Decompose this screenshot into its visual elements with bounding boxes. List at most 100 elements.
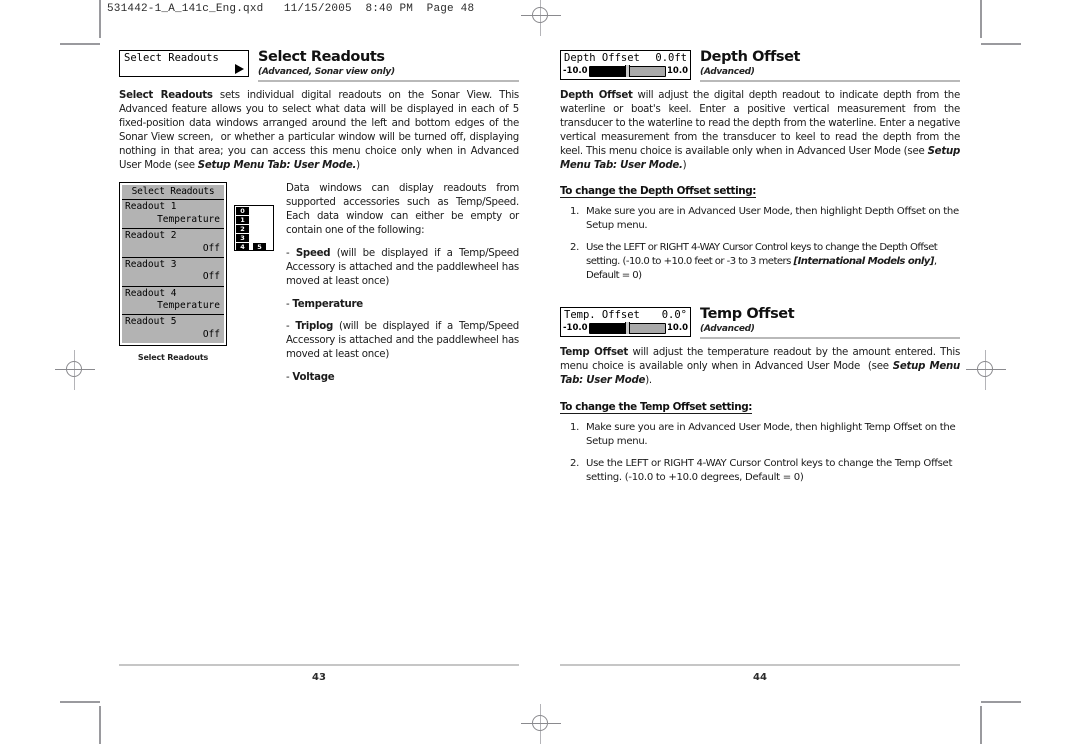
data-window-position-diagram: 0 1 2 3 4 5 [234,205,274,252]
crop-mark-bottom-right-vertical [980,706,982,744]
lcd-menu-row[interactable]: Readout 1 Temperature [122,200,224,230]
lcd-menu-title: Select Readouts [122,185,224,201]
temp-offset-procedure-heading: To change the Temp Offset setting: [560,400,753,414]
lcd-chip-arrow-row [124,64,245,75]
lcd-menu-row[interactable]: Readout 2 Off [122,229,224,258]
slider-fill [589,66,625,76]
registration-mark-top [521,0,561,36]
row-name: Readout 4 [125,287,177,299]
footer-divider-right [560,664,960,666]
select-readouts-intro-paragraph: Select Readouts sets individual digital … [119,90,519,171]
registration-mark-bottom [521,704,561,744]
heading-divider [258,80,519,83]
crop-mark-bottom-left-horizontal [60,701,100,703]
section-subtitle: (Advanced) [700,324,755,335]
slider-label: Temp. Offset [564,309,640,322]
slider-max-label: 10.0 [667,322,688,333]
section-title: Temp Offset [700,306,795,323]
page-number-right: 44 [753,672,767,683]
lcd-menu-select-readouts[interactable]: Select Readouts Readout 1 Temperature Re… [119,182,227,346]
slider-track[interactable] [588,322,667,335]
slider-value: 0.0° [661,309,687,322]
crop-mark-top-right-horizontal [981,43,1021,45]
temp-offset-steps: Make sure you are in Advanced User Mode,… [560,421,960,485]
registration-mark-left [55,350,95,390]
heading-divider [700,337,960,340]
page-left: Select Readouts Select Readouts (Advance… [119,49,519,385]
section-subtitle: (Advanced, Sonar view only) [258,67,395,78]
select-readouts-heading-block: Select Readouts Select Readouts (Advance… [119,49,519,83]
data-window-paragraph: Data windows can display readouts from s… [286,183,519,237]
crop-mark-top-left-vertical [99,0,101,38]
heading-text-group: Depth Offset (Advanced) [700,49,960,83]
depth-offset-paragraph: Depth Offset will adjust the digital dep… [560,90,960,171]
depth-offset-procedure-heading: To change the Depth Offset setting: [560,185,757,199]
temp-offset-paragraph: Temp Offset will adjust the temperature … [560,347,960,387]
slider-caption-row: Temp. Offset 0.0° [563,309,688,323]
slider-caption-row: Depth Offset 0.0ft [563,52,688,66]
slider-fill [589,323,625,333]
row-value: Off [202,328,220,340]
figure-side-text-column: Data windows can display readouts from s… [286,182,519,385]
row-value: Off [202,242,220,254]
slider-min-label: -10.0 [563,65,588,76]
heading-text-group: Select Readouts (Advanced, Sonar view on… [258,49,519,83]
lcd-menu-row[interactable]: Readout 5 Off [122,315,224,343]
lcd-menu-row[interactable]: Readout 3 Off [122,257,224,287]
row-name: Readout 2 [125,230,177,242]
list-item: - Temperature [286,298,363,310]
slider-max-label: 10.0 [667,65,688,76]
lcd-menu-column: Select Readouts Readout 1 Temperature Re… [119,182,227,362]
list-item: - Speed (will be displayed if a Temp/Spe… [286,247,519,287]
lcd-slider-temp-offset[interactable]: Temp. Offset 0.0° -10.0 10.0 [560,307,691,337]
lcd-menu-chip-select-readouts[interactable]: Select Readouts [119,50,249,78]
row-name: Readout 1 [125,201,177,213]
figure-caption: Select Readouts [137,352,209,362]
slider-track[interactable] [588,65,667,77]
page-right: Depth Offset 0.0ft -10.0 10.0 Depth Offs… [560,49,960,493]
page-number-left: 43 [312,672,326,683]
window-cell-2: 2 [236,225,249,234]
list-item: Make sure you are in Advanced User Mode,… [570,421,956,447]
slider-value: 0.0ft [655,52,687,64]
slider-min-label: -10.0 [563,322,588,333]
bullet-term: Voltage [292,372,335,384]
row-value: Temperature [157,299,220,311]
registration-mark-right [966,350,1006,390]
select-readouts-figure: Select Readouts Readout 1 Temperature Re… [119,182,519,385]
window-cell-1: 1 [236,216,249,225]
depth-offset-steps: Make sure you are in Advanced User Mode,… [560,205,960,283]
row-name: Readout 3 [125,258,177,270]
slider-control-row: -10.0 10.0 [563,322,688,335]
crop-mark-bottom-left-vertical [99,706,101,744]
list-item: Make sure you are in Advanced User Mode,… [570,205,959,232]
heading-divider [700,80,960,83]
slider-label: Depth Offset [564,52,640,64]
slider-thumb[interactable] [624,322,630,335]
list-item: - Triplog (will be displayed if a Temp/S… [286,321,519,361]
bullet-term: Temperature [292,298,363,310]
crop-mark-top-left-horizontal [60,43,100,45]
lcd-slider-depth-offset[interactable]: Depth Offset 0.0ft -10.0 10.0 [560,50,691,80]
chevron-right-icon [235,64,244,75]
row-name: Readout 5 [125,316,177,328]
window-cell-4: 4 [236,243,249,252]
section-title: Select Readouts [258,49,385,65]
slider-thumb[interactable] [624,65,630,77]
window-cell-0: 0 [236,207,249,216]
bullet-term: Speed [295,247,331,259]
footer-divider-left [119,664,519,666]
bullet-term: Triplog [295,321,334,333]
depth-offset-heading-block: Depth Offset 0.0ft -10.0 10.0 Depth Offs… [560,49,960,83]
list-item: Use the LEFT or RIGHT 4-WAY Cursor Contr… [570,457,953,483]
crop-mark-bottom-right-horizontal [981,701,1021,703]
lcd-menu-row[interactable]: Readout 4 Temperature [122,286,224,316]
list-item: - Voltage [286,372,335,384]
heading-text-group: Temp Offset (Advanced) [700,306,960,340]
slider-control-row: -10.0 10.0 [563,65,688,77]
window-cell-3: 3 [236,234,249,243]
row-value: Off [202,271,220,283]
section-subtitle: (Advanced) [700,67,755,78]
list-item: Use the LEFT or RIGHT 4-WAY Cursor Contr… [570,241,938,282]
window-cell-5: 5 [253,243,266,252]
